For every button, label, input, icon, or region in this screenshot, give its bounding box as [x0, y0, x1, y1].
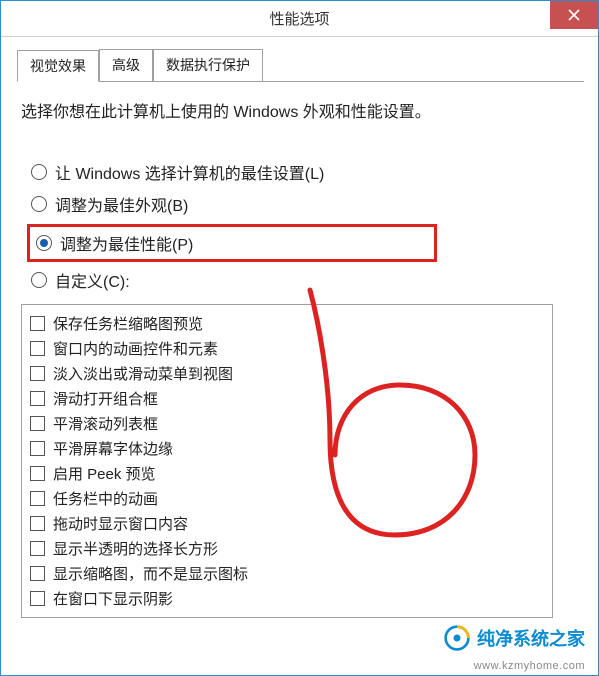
- check-label: 保存任务栏缩略图预览: [53, 313, 203, 334]
- checkbox-icon: [30, 591, 45, 606]
- radio-custom[interactable]: 自定义(C):: [31, 268, 578, 292]
- close-button[interactable]: [550, 1, 598, 29]
- check-label: 启用 Peek 预览: [53, 463, 156, 484]
- checkbox-icon: [30, 391, 45, 406]
- check-label: 在窗口下显示阴影: [53, 588, 173, 609]
- tab-strip: 视觉效果 高级 数据执行保护: [17, 49, 584, 82]
- radio-best-appearance[interactable]: 调整为最佳外观(B): [31, 192, 578, 216]
- radio-label: 自定义(C):: [55, 268, 130, 292]
- watermark-brand: 纯净系统之家: [443, 624, 585, 652]
- radio-icon: [31, 196, 47, 212]
- close-icon: [568, 9, 580, 21]
- watermark-url: www.kzmyhome.com: [474, 660, 585, 672]
- checkbox-icon: [30, 416, 45, 431]
- check-label: 显示缩略图，而不是显示图标: [53, 563, 248, 584]
- radio-icon: [36, 235, 52, 251]
- checkbox-icon: [30, 466, 45, 481]
- check-label: 平滑屏幕字体边缘: [53, 438, 173, 459]
- radio-label: 调整为最佳性能(P): [60, 231, 193, 255]
- checkbox-icon: [30, 541, 45, 556]
- visual-effects-checklist: 保存任务栏缩略图预览 窗口内的动画控件和元素 淡入淡出或滑动菜单到视图 滑动打开…: [21, 304, 553, 618]
- check-item-taskbar-animation[interactable]: 任务栏中的动画: [26, 486, 548, 511]
- check-item-slide-combobox[interactable]: 滑动打开组合框: [26, 386, 548, 411]
- checkbox-icon: [30, 491, 45, 506]
- checkbox-icon: [30, 316, 45, 331]
- checkbox-icon: [30, 516, 45, 531]
- check-label: 窗口内的动画控件和元素: [53, 338, 218, 359]
- checkbox-icon: [30, 341, 45, 356]
- check-label: 滑动打开组合框: [53, 388, 158, 409]
- checkbox-icon: [30, 441, 45, 456]
- watermark-logo-icon: [443, 624, 471, 652]
- check-item-window-animations[interactable]: 窗口内的动画控件和元素: [26, 336, 548, 361]
- check-label: 淡入淡出或滑动菜单到视图: [53, 363, 233, 384]
- radio-icon: [31, 164, 47, 180]
- window-title: 性能选项: [269, 8, 329, 29]
- checkbox-icon: [30, 566, 45, 581]
- radio-label: 调整为最佳外观(B): [55, 192, 188, 216]
- check-item-window-shadow[interactable]: 在窗口下显示阴影: [26, 586, 548, 611]
- performance-radio-group: 让 Windows 选择计算机的最佳设置(L) 调整为最佳外观(B) 调整为最佳…: [21, 160, 578, 292]
- radio-icon: [31, 272, 47, 288]
- check-item-drag-window-content[interactable]: 拖动时显示窗口内容: [26, 511, 548, 536]
- panel-description: 选择你想在此计算机上使用的 Windows 外观和性能设置。: [21, 98, 578, 122]
- check-label: 平滑滚动列表框: [53, 413, 158, 434]
- visual-effects-panel: 选择你想在此计算机上使用的 Windows 外观和性能设置。 让 Windows…: [15, 82, 584, 618]
- check-label: 显示半透明的选择长方形: [53, 538, 218, 559]
- check-item-thumbnail-preview[interactable]: 保存任务栏缩略图预览: [26, 311, 548, 336]
- check-label: 任务栏中的动画: [53, 488, 158, 509]
- tab-advanced[interactable]: 高级: [99, 49, 153, 81]
- highlight-annotation-box: 调整为最佳性能(P): [27, 224, 437, 262]
- radio-best-performance[interactable]: 调整为最佳性能(P): [36, 231, 428, 255]
- tab-dep[interactable]: 数据执行保护: [153, 49, 263, 81]
- title-bar: 性能选项: [1, 1, 598, 37]
- check-item-smooth-listbox[interactable]: 平滑滚动列表框: [26, 411, 548, 436]
- check-item-peek-preview[interactable]: 启用 Peek 预览: [26, 461, 548, 486]
- check-label: 拖动时显示窗口内容: [53, 513, 188, 534]
- radio-label: 让 Windows 选择计算机的最佳设置(L): [55, 160, 324, 184]
- check-item-transparent-selection[interactable]: 显示半透明的选择长方形: [26, 536, 548, 561]
- client-area: 视觉效果 高级 数据执行保护 选择你想在此计算机上使用的 Windows 外观和…: [1, 37, 598, 675]
- check-item-smooth-fonts[interactable]: 平滑屏幕字体边缘: [26, 436, 548, 461]
- tab-visual-effects[interactable]: 视觉效果: [17, 50, 99, 82]
- checkbox-icon: [30, 366, 45, 381]
- watermark-text: 纯净系统之家: [477, 625, 585, 651]
- performance-options-window: 性能选项 视觉效果 高级 数据执行保护 选择你想在此计算机上使用的 Window…: [0, 0, 599, 676]
- radio-let-windows-choose[interactable]: 让 Windows 选择计算机的最佳设置(L): [31, 160, 578, 184]
- check-item-fade-menus[interactable]: 淡入淡出或滑动菜单到视图: [26, 361, 548, 386]
- check-item-show-thumbnails[interactable]: 显示缩略图，而不是显示图标: [26, 561, 548, 586]
